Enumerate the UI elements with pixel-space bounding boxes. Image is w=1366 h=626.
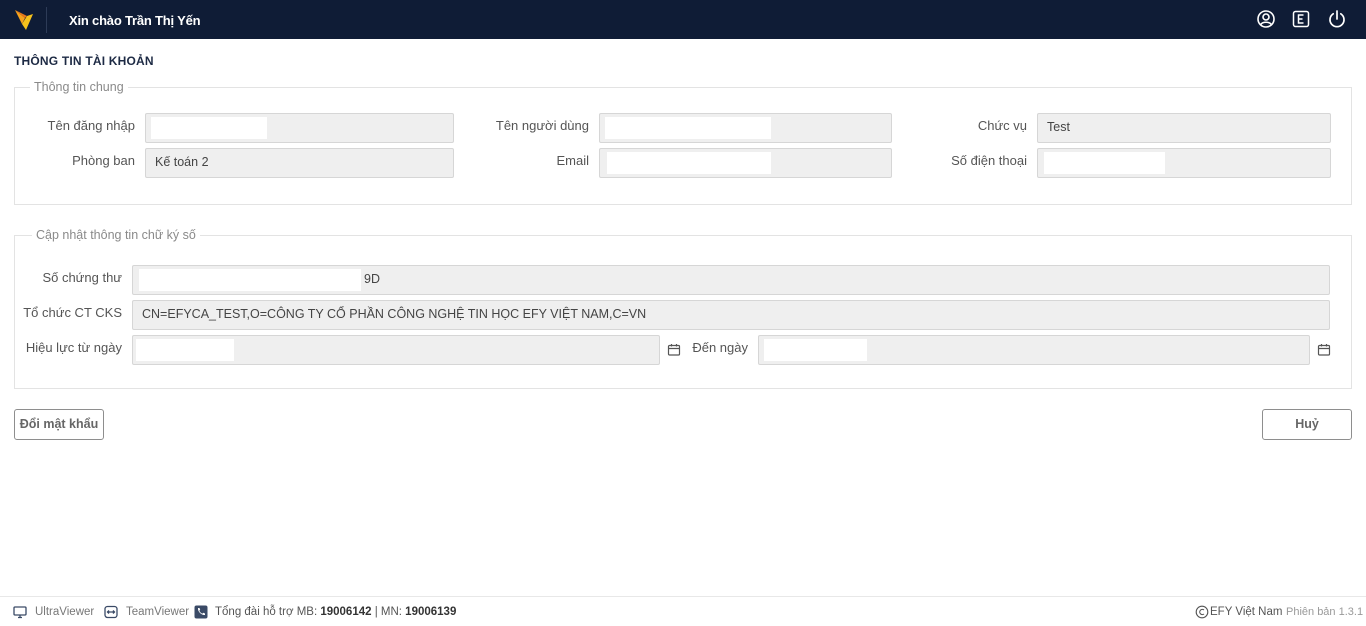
cancel-button[interactable]: Huỷ bbox=[1262, 409, 1352, 440]
redacted-value bbox=[151, 117, 267, 139]
cert-number-field[interactable]: 9D bbox=[132, 265, 1330, 295]
app-version: Phiên bản 1.3.1 bbox=[1286, 606, 1364, 618]
power-icon[interactable] bbox=[1327, 9, 1347, 29]
valid-from-label: Hiệu lực từ ngày bbox=[25, 340, 122, 355]
redacted-value bbox=[1044, 152, 1165, 174]
email-label: Email bbox=[556, 153, 589, 168]
fullname-field[interactable] bbox=[599, 113, 892, 143]
copyright-icon bbox=[1195, 605, 1209, 619]
valid-from-date-input[interactable] bbox=[132, 335, 660, 365]
calendar-icon[interactable] bbox=[667, 343, 681, 357]
greeting-text: Xin chào Trần Thị Yến bbox=[69, 13, 201, 28]
e-letter-icon[interactable] bbox=[1291, 9, 1311, 29]
issuer-label: Tổ chức CT CKS bbox=[23, 305, 122, 320]
ultraviewer-link[interactable]: UltraViewer bbox=[35, 606, 94, 618]
top-bar: Xin chào Trần Thị Yến bbox=[0, 0, 1366, 39]
issuer-field[interactable]: CN=EFYCA_TEST,O=CÔNG TY CỔ PHẦN CÔNG NGH… bbox=[132, 300, 1330, 330]
department-field[interactable]: Kế toán 2 bbox=[145, 148, 454, 178]
user-circle-icon[interactable] bbox=[1256, 9, 1276, 29]
redacted-value bbox=[136, 339, 234, 361]
fullname-label: Tên người dùng bbox=[495, 118, 589, 133]
footer-bar: UltraViewer TeamViewer Tổng đài hỗ trợ M… bbox=[0, 596, 1366, 626]
username-field[interactable] bbox=[145, 113, 454, 143]
department-label: Phòng ban bbox=[72, 153, 135, 168]
phone-label: Số điện thoại bbox=[951, 153, 1027, 168]
teamviewer-link[interactable]: TeamViewer bbox=[126, 606, 189, 618]
header-divider bbox=[46, 7, 47, 33]
ultraviewer-icon[interactable] bbox=[13, 605, 27, 619]
company-name: EFY Việt Nam bbox=[1210, 606, 1283, 618]
phone-icon bbox=[194, 605, 208, 619]
redacted-value bbox=[605, 117, 771, 139]
email-field[interactable] bbox=[599, 148, 892, 178]
digital-signature-legend: Cập nhật thông tin chữ ký số bbox=[32, 228, 200, 242]
redacted-value bbox=[607, 152, 771, 174]
general-info-legend: Thông tin chung bbox=[30, 80, 128, 94]
username-label: Tên đăng nhập bbox=[47, 118, 135, 133]
hotline-info: Tổng đài hỗ trợ MB: 19006142 | MN: 19006… bbox=[215, 606, 457, 618]
calendar-icon[interactable] bbox=[1317, 343, 1331, 357]
teamviewer-icon[interactable] bbox=[104, 605, 118, 619]
redacted-value bbox=[764, 339, 867, 361]
efy-logo-icon[interactable] bbox=[13, 8, 35, 32]
position-field[interactable]: Test bbox=[1037, 113, 1331, 143]
change-password-button[interactable]: Đổi mật khẩu bbox=[14, 409, 104, 440]
page-title: THÔNG TIN TÀI KHOẢN bbox=[14, 54, 154, 68]
valid-to-label: Đến ngày bbox=[692, 340, 748, 355]
cert-number-label: Số chứng thư bbox=[42, 270, 122, 285]
valid-to-date-input[interactable] bbox=[758, 335, 1310, 365]
phone-field[interactable] bbox=[1037, 148, 1331, 178]
redacted-value bbox=[139, 269, 361, 291]
general-info-section: Thông tin chung bbox=[14, 80, 1352, 205]
position-label: Chức vụ bbox=[977, 118, 1027, 133]
